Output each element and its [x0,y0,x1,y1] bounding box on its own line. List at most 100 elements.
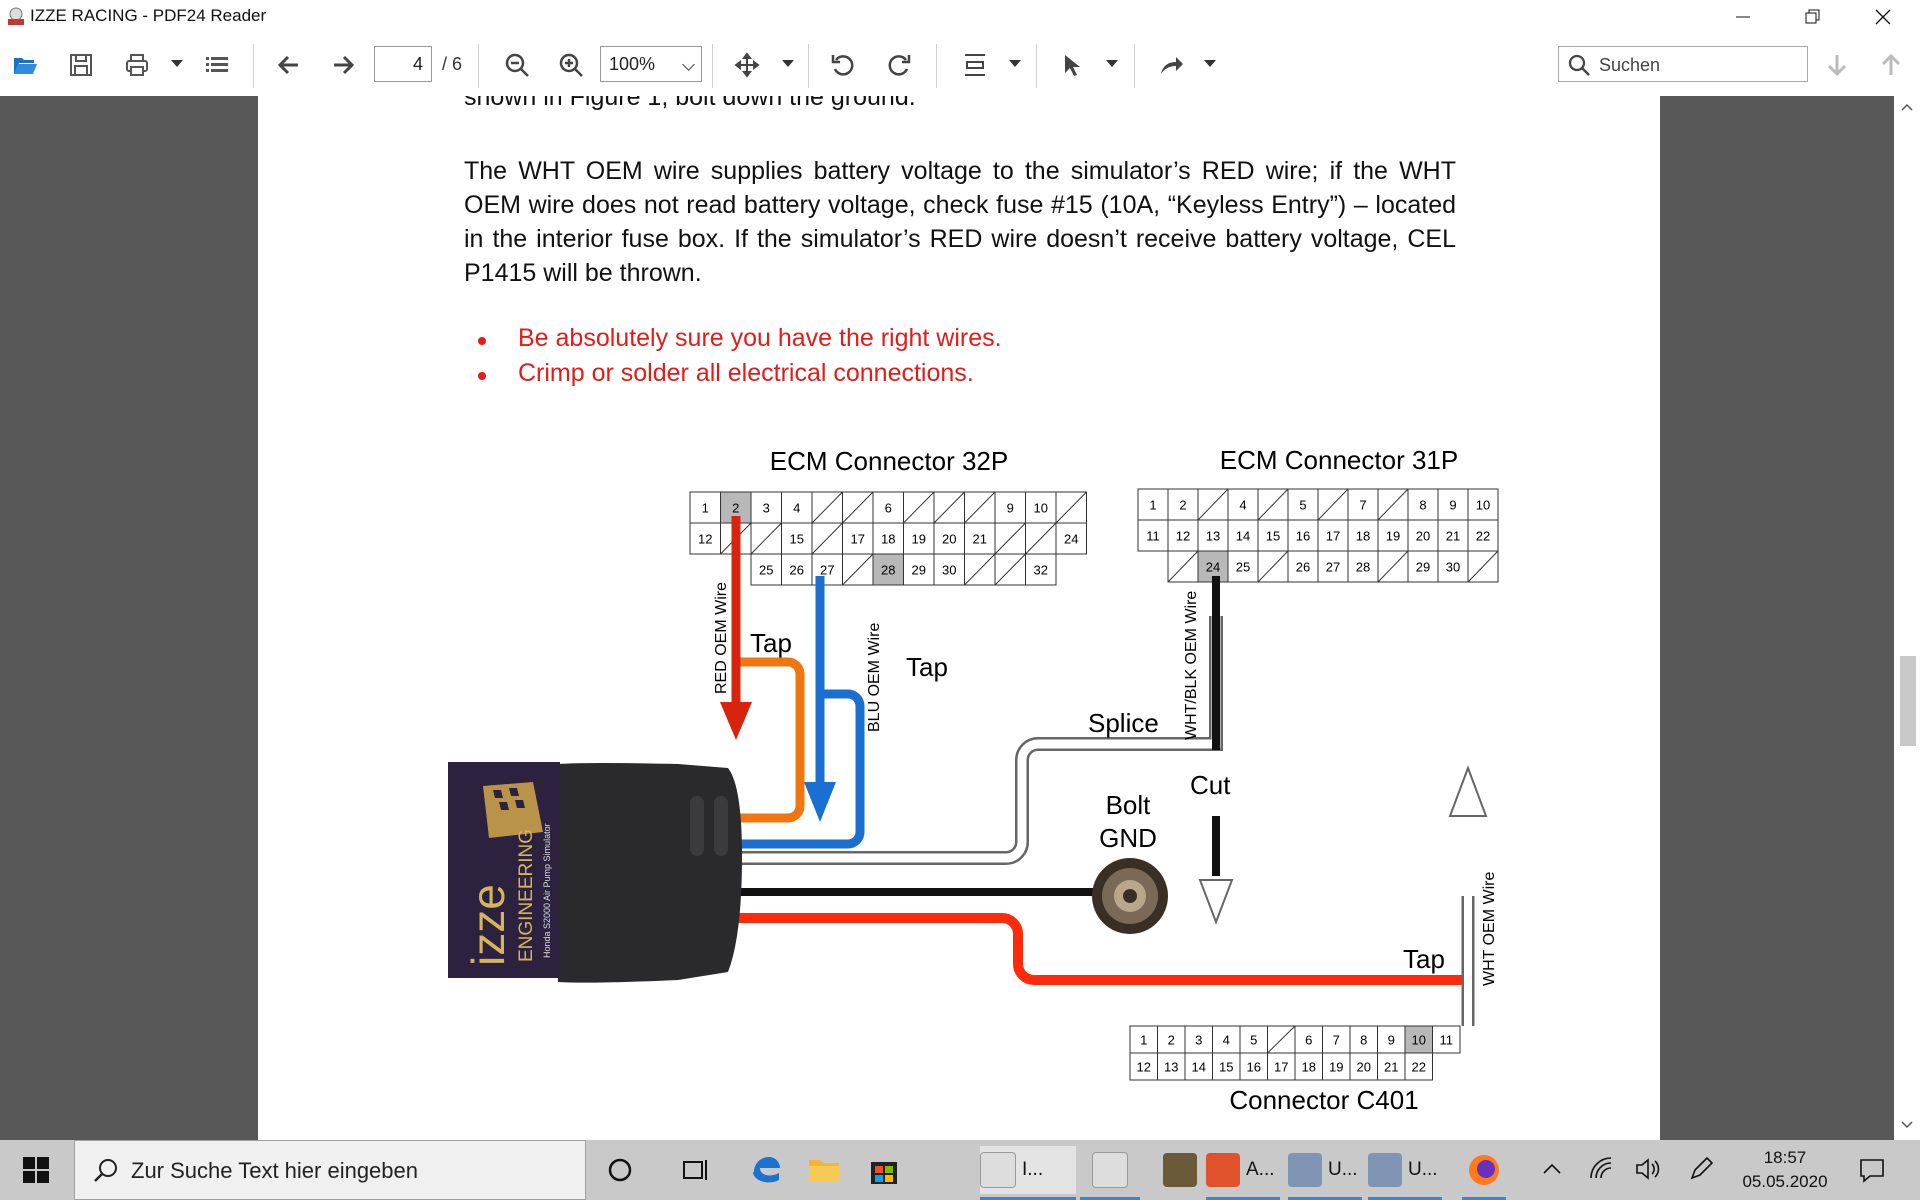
page-number-input[interactable]: 4 [374,46,432,82]
vertical-scrollbar[interactable] [1894,96,1920,1140]
rotate-right-button[interactable] [882,48,916,82]
tap-label-white: Tap [1403,944,1445,974]
task-view-button[interactable] [680,1154,712,1186]
taskbar-app-u2[interactable]: U... [1368,1146,1442,1194]
restore-button[interactable] [1778,0,1848,34]
search-next-button[interactable] [1820,48,1854,82]
clock[interactable]: 18:57 05.05.2020 [1730,1146,1840,1194]
splice-label: Splice [1088,708,1159,738]
edge-taskbar-button[interactable] [748,1152,784,1188]
document-viewer[interactable]: shown in Figure 1, bolt down the ground.… [0,96,1920,1140]
search-previous-button[interactable] [1874,48,1908,82]
outline-button[interactable] [200,48,234,82]
chevron-up-icon[interactable] [1542,1162,1562,1176]
pan-tool-button[interactable] [730,48,764,82]
close-button[interactable] [1848,0,1918,34]
page-layout-button[interactable] [958,48,992,82]
taskbar-search-box[interactable]: Zur Suche Text hier eingeben [74,1140,586,1200]
pin-number: 17 [1274,1060,1288,1075]
cortana-button[interactable] [604,1154,636,1186]
pin-number: 5 [1299,498,1306,513]
red-wire-label: RED OEM Wire [713,582,730,694]
scroll-up-icon[interactable] [1901,102,1913,112]
start-button[interactable] [0,1140,72,1200]
pin-number: 7 [1333,1033,1340,1048]
network-icon[interactable] [1588,1156,1614,1182]
minimize-button[interactable] [1708,0,1778,34]
red-wire-arrow-icon [720,702,752,740]
rotate-right-icon [888,55,911,76]
scrollbar-thumb[interactable] [1900,656,1916,746]
document-stack-icon [1368,1153,1402,1187]
blu-wire-label: BLU OEM Wire [866,623,883,732]
select-tool-button[interactable] [1054,48,1088,82]
title-bar: IZZE RACING - PDF24 Reader [0,0,1920,34]
pin-number: 20 [1416,529,1430,544]
search-input[interactable]: Suchen [1558,46,1808,82]
printer-icon [126,54,148,76]
pin-number: 4 [793,501,800,516]
pin-number: 17 [851,532,865,547]
pin-number: 24 [1206,560,1220,575]
search-icon [1568,54,1590,76]
notification-icon[interactable] [1858,1156,1886,1184]
separator [712,44,713,88]
separator [1036,44,1037,88]
pin-number: 21 [973,532,987,547]
orange-tap-wire [736,657,805,823]
zoom-out-button[interactable] [500,48,534,82]
taskbar-app-label: A... [1246,1159,1275,1180]
pin-number: 1 [1140,1033,1147,1048]
cut-arrow-icon [1198,879,1234,925]
save-button[interactable] [64,48,98,82]
print-button[interactable] [120,48,154,82]
fit-width-icon [965,54,985,76]
scroll-down-icon[interactable] [1901,1120,1913,1130]
taskbar-app-u1[interactable]: U... [1288,1146,1362,1194]
pin-number: 16 [1296,529,1310,544]
pin-number: 22 [1476,529,1490,544]
pin-number: 6 [885,501,892,516]
share-dropdown-icon[interactable] [1204,60,1216,67]
c401-title: Connector C401 [1229,1085,1418,1115]
zoom-in-button[interactable] [554,48,588,82]
previous-page-button[interactable] [272,48,306,82]
layout-dropdown-icon[interactable] [1009,60,1021,67]
zoom-select[interactable]: 100% [600,46,702,82]
pin-number: 9 [1388,1033,1395,1048]
pin-number: 18 [1356,529,1370,544]
share-button[interactable] [1154,48,1188,82]
pin-number: 28 [1356,560,1370,575]
tap-label-red: Tap [750,628,792,658]
pin-number: 17 [1326,529,1340,544]
chevron-down-icon [682,58,695,71]
pin-number: 8 [1360,1033,1367,1048]
taskbar-app-firefox[interactable] [1462,1146,1506,1194]
blue-wire-arrow-icon [804,782,836,822]
document-stack-icon [1288,1153,1322,1187]
pan-dropdown-icon[interactable] [782,60,794,67]
open-button[interactable] [8,48,42,82]
firefox-icon [1469,1155,1499,1185]
volume-icon[interactable] [1634,1156,1660,1182]
page-total: / 6 [442,54,463,74]
next-page-button[interactable] [326,48,360,82]
wiring-diagram: 1 2 3 4 6 9 1012 15 17 18 19 20 21 2425 26 27 28 29 30 32 1… [448,445,1499,1115]
pen-icon[interactable] [1688,1156,1714,1182]
taskbar-app-pdf24[interactable] [1078,1146,1142,1194]
device-caption: Honda S2000 Air Pump Simulator [542,823,552,958]
taskbar-app-pdf24-reader[interactable]: I... [980,1146,1076,1194]
pin-number: 24 [1064,532,1078,547]
pin-number: 2 [1168,1033,1175,1048]
select-dropdown-icon[interactable] [1106,60,1118,67]
pin-number: 1 [1149,498,1156,513]
ecm31-title: ECM Connector 31P [1220,445,1458,475]
file-explorer-taskbar-button[interactable] [806,1152,842,1188]
pin-number: 9 [1007,501,1014,516]
rotate-left-button[interactable] [826,48,860,82]
store-taskbar-button[interactable] [866,1152,902,1188]
taskbar-app-photos[interactable]: A... [1206,1146,1280,1194]
pin-number: 14 [1192,1060,1206,1075]
print-dropdown-icon[interactable] [171,60,183,67]
taskbar-app-game[interactable] [1150,1146,1210,1194]
